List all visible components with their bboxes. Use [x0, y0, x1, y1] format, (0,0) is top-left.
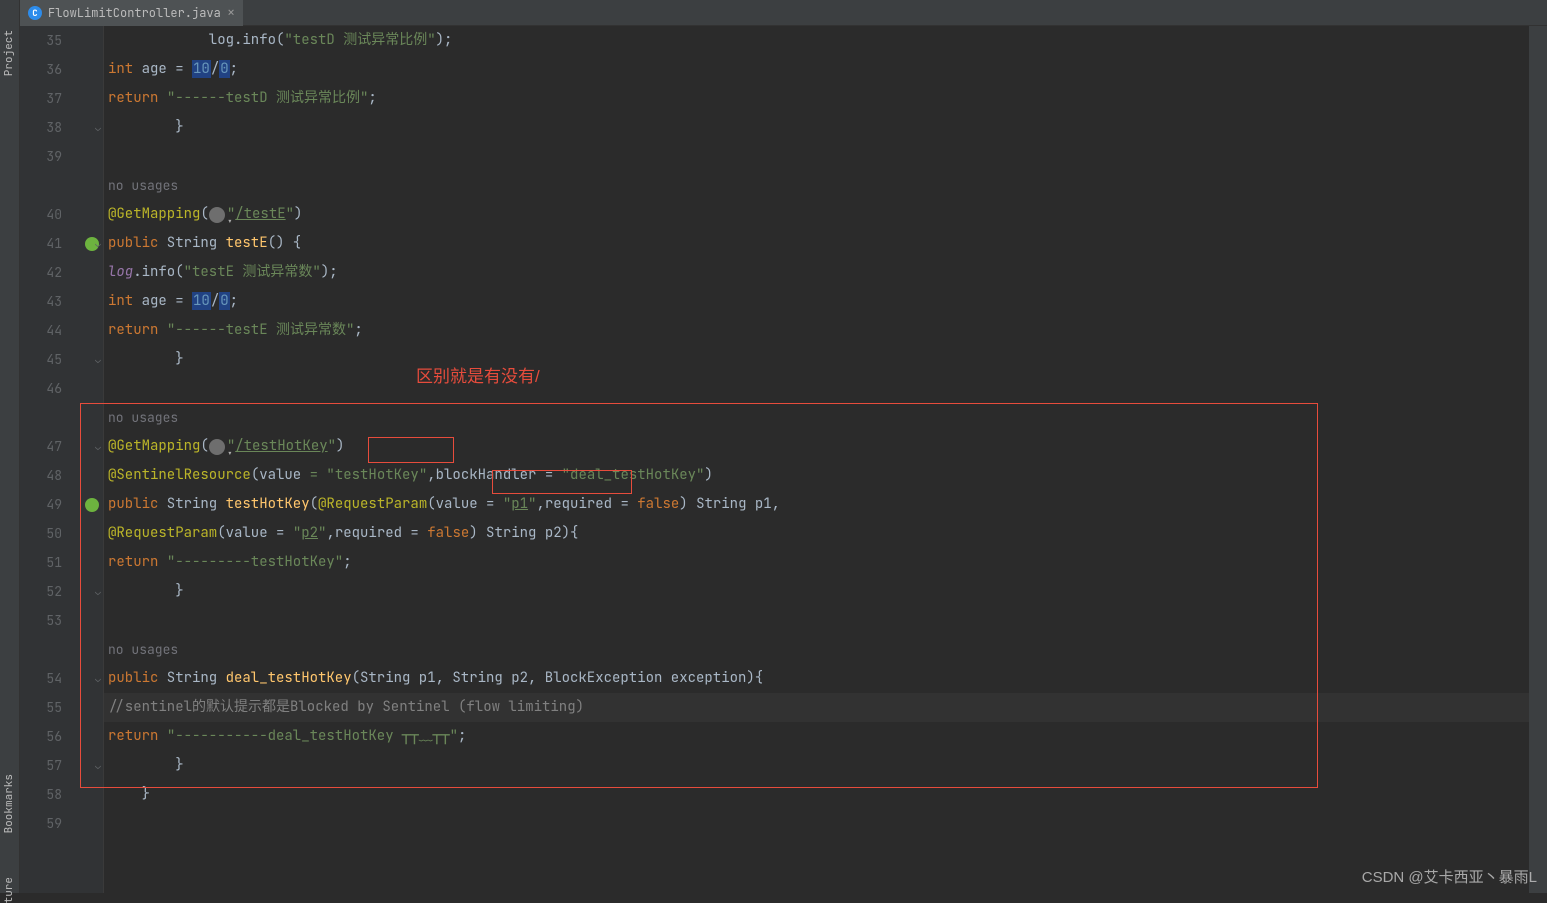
vertical-scrollbar[interactable] — [1529, 26, 1547, 893]
code-editor[interactable]: log.info("testD 测试异常比例"); int age = 10/0… — [104, 26, 1529, 893]
editor-tabs: C FlowLimitController.java × — [20, 0, 1547, 26]
globe-icon[interactable] — [209, 439, 225, 455]
tool-project-label[interactable]: Project — [2, 30, 16, 76]
java-class-icon: C — [28, 6, 42, 20]
annotation-redtext: 区别就是有没有/ — [416, 362, 540, 387]
icon-gutter[interactable]: ⌄⌄⌄⌄⌄⌄⌄ — [80, 26, 104, 893]
tool-structure-label[interactable]: ture — [2, 877, 16, 903]
tab-filename: FlowLimitController.java — [48, 5, 221, 21]
watermark: CSDN @艾卡西亚丶暴雨L — [1362, 866, 1537, 887]
globe-icon[interactable] — [209, 207, 225, 223]
line-number-gutter[interactable]: 3536373839404142434445464748495051525354… — [20, 26, 80, 893]
spring-icon[interactable] — [85, 498, 99, 512]
close-icon[interactable]: × — [227, 4, 235, 22]
tool-bookmarks-label[interactable]: Bookmarks — [2, 774, 16, 833]
left-tool-strip: Project Bookmarks ture — [0, 0, 20, 893]
tab-file[interactable]: C FlowLimitController.java × — [20, 0, 243, 26]
